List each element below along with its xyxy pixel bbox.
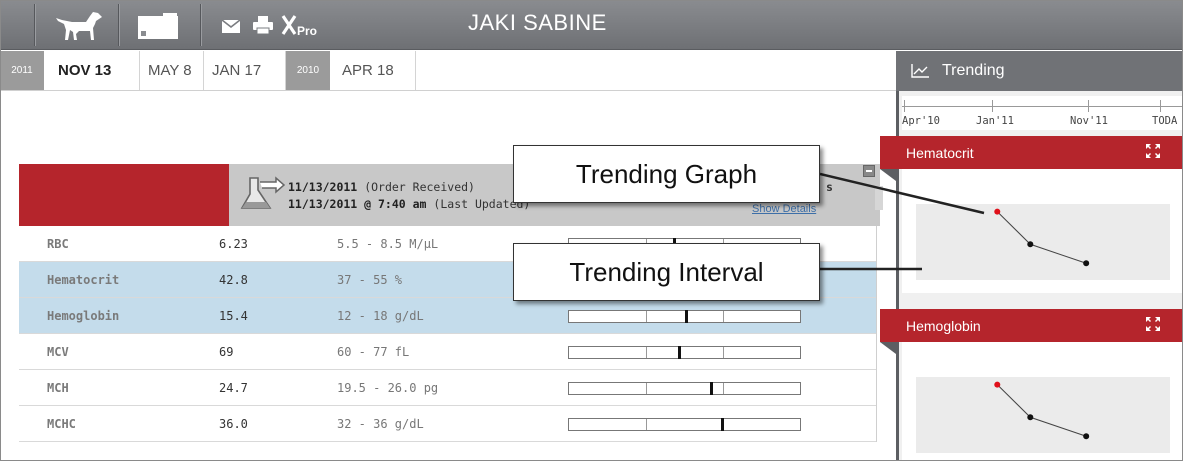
mail-icon[interactable] [221, 19, 241, 38]
analyte-value: 36.0 [219, 417, 248, 431]
range-gauge [568, 418, 801, 431]
expand-icon[interactable] [1146, 144, 1160, 163]
range-gauge [568, 382, 801, 395]
axis-label-nov11: Nov'11 [1070, 115, 1108, 127]
gauge-tick [646, 383, 647, 394]
toolbar-divider [118, 4, 119, 46]
trend-point [1083, 260, 1090, 267]
trend-point-latest [994, 208, 1001, 215]
visit-tabs: 2011 NOV 13 MAY 8 JAN 17 2010 APR 18 [0, 51, 896, 91]
analyte-name: Hemoglobin [47, 309, 120, 323]
tab-may-8[interactable]: MAY 8 [140, 51, 204, 90]
hemoglobin-trend-plot [916, 377, 1170, 453]
trend-point [1027, 241, 1034, 248]
trend-line [996, 384, 1087, 437]
flask-icon [240, 174, 286, 219]
axis-line [902, 106, 1183, 107]
axis-label-apr10: Apr'10 [902, 115, 940, 127]
gauge-tick [723, 383, 724, 394]
result-row[interactable]: MCHC 36.0 32 - 36 g/dL [19, 406, 877, 442]
results-header-swatch [19, 164, 229, 226]
hemoglobin-card-body [902, 342, 1183, 461]
trending-header[interactable]: Trending [896, 51, 1183, 91]
xpro-label: Pro [297, 24, 317, 38]
range-gauge [568, 346, 801, 359]
trend-point [1027, 414, 1034, 421]
toolbar-divider [200, 4, 201, 46]
xpro-icon[interactable]: Pro [281, 14, 337, 43]
patient-name: JAKI SABINE [468, 10, 607, 35]
reference-range: 32 - 36 g/dL [337, 417, 424, 431]
trending-interval-axis[interactable]: Apr'10 Jan'11 Nov'11 TODA [902, 96, 1183, 130]
trending-graph-callout: Trending Graph [513, 145, 820, 203]
analyte-value: 42.8 [219, 273, 248, 287]
gauge-tick [723, 347, 724, 358]
gauge-marker [678, 346, 681, 359]
analyte-name: MCV [47, 345, 69, 359]
printer-icon[interactable] [253, 16, 273, 39]
gauge-marker [721, 418, 724, 431]
show-details-link[interactable]: Show Details [752, 203, 816, 215]
toolbar-divider [34, 4, 35, 46]
hemoglobin-card-title: Hemoglobin [906, 318, 981, 334]
result-row[interactable]: MCV 69 60 - 77 fL [19, 334, 877, 370]
order-status: (Order Received) [364, 180, 475, 194]
analyte-value: 15.4 [219, 309, 248, 323]
reference-range: 5.5 - 8.5 M/µL [337, 237, 439, 251]
analyte-name: MCH [47, 381, 69, 395]
gauge-tick [646, 419, 647, 430]
analyte-name: MCHC [47, 417, 76, 431]
trending-interval-callout: Trending Interval [513, 243, 820, 301]
axis-tick [1160, 100, 1161, 112]
tab-jan-17[interactable]: JAN 17 [204, 51, 286, 90]
reference-range: 19.5 - 26.0 pg [337, 381, 439, 395]
trend-point [1083, 433, 1090, 440]
hemoglobin-trend-svg [994, 381, 1090, 440]
dog-icon[interactable] [52, 10, 106, 47]
gauge-tick [646, 347, 647, 358]
axis-label-today: TODA [1152, 115, 1178, 127]
tab-year-2010: 2010 [286, 51, 330, 90]
card-notch [880, 342, 896, 354]
axis-tick [992, 100, 993, 112]
hematocrit-card-header[interactable]: Hematocrit [880, 136, 1183, 181]
updated-date: 11/13/2011 @ 7:40 am [288, 197, 427, 211]
gauge-tick [723, 311, 724, 322]
hematocrit-card-title: Hematocrit [906, 145, 974, 161]
axis-tick [1088, 100, 1089, 112]
tab-apr-18[interactable]: APR 18 [330, 51, 416, 90]
trend-chart-icon [911, 64, 929, 83]
result-row[interactable]: Hemoglobin 15.4 12 - 18 g/dL [19, 298, 877, 334]
order-received-line: 11/13/2011 (Order Received) [288, 180, 475, 194]
trend-point-latest [994, 381, 1001, 388]
gauge-marker [710, 382, 713, 395]
row-side-cell [876, 370, 896, 406]
analyte-value: 24.7 [219, 381, 248, 395]
row-side-cell [876, 406, 896, 442]
axis-label-jan11: Jan'11 [976, 115, 1014, 127]
folder-icon[interactable] [137, 12, 179, 45]
analyte-value: 69 [219, 345, 234, 359]
reference-range: 37 - 55 % [337, 273, 403, 287]
app-header: Pro JAKI SABINE [0, 0, 1183, 50]
trending-title: Trending [942, 62, 1005, 79]
result-row[interactable]: MCH 24.7 19.5 - 26.0 pg [19, 370, 877, 406]
gauge-tick [646, 311, 647, 322]
analyte-name: Hematocrit [47, 273, 120, 287]
axis-tick [904, 100, 905, 112]
expand-icon[interactable] [1146, 317, 1160, 336]
order-date: 11/13/2011 [288, 180, 358, 194]
reference-range: 12 - 18 g/dL [337, 309, 424, 323]
range-gauge [568, 310, 801, 323]
analyte-value: 6.23 [219, 237, 248, 251]
reference-range: 60 - 77 fL [337, 345, 410, 359]
tab-year-2011: 2011 [0, 51, 44, 90]
last-updated-line: 11/13/2011 @ 7:40 am (Last Updated) [288, 197, 530, 211]
analyte-name: RBC [47, 237, 69, 251]
trend-line [996, 211, 1087, 264]
gauge-marker [685, 310, 688, 323]
tab-nov-13[interactable]: NOV 13 [44, 51, 140, 90]
hemoglobin-card-header[interactable]: Hemoglobin [880, 309, 1183, 354]
callout-pointers [820, 172, 985, 271]
